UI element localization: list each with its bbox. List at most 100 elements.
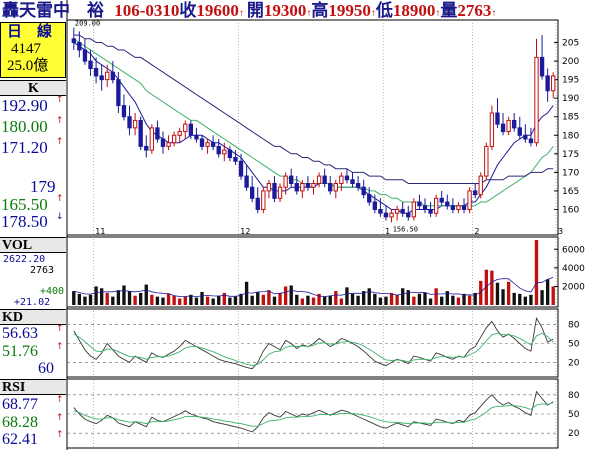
date-code: 106-0310 <box>114 1 180 20</box>
volume-bar <box>261 294 265 305</box>
candle-body <box>216 145 221 155</box>
candle-body <box>311 182 316 188</box>
volume-bar <box>150 294 154 305</box>
candle-body <box>283 175 288 188</box>
kd-axis-tick-label: 20 <box>568 358 580 368</box>
candle-body <box>105 71 110 81</box>
kd-axis-tick-label: 80 <box>568 321 580 331</box>
candle-body <box>250 186 255 199</box>
month-label: 3 <box>558 227 563 236</box>
volume-bar <box>99 288 104 305</box>
rsi-panel-header: RSI <box>0 379 66 395</box>
k-axis-tick-label: 170 <box>562 168 579 178</box>
volume-bar <box>194 297 199 305</box>
close-label: 收 <box>179 1 197 20</box>
candle-body <box>350 179 355 184</box>
k-arrow-2: ↑ <box>56 116 64 126</box>
kd-value-3: 60 <box>38 360 54 377</box>
volume-bar <box>523 296 528 305</box>
kd-value-1: 56.63 <box>2 325 38 342</box>
volume-bar <box>339 298 344 305</box>
volume-bar <box>83 296 87 305</box>
candle-body <box>551 75 556 92</box>
k-axis-tick-label: 185 <box>562 113 579 123</box>
vol-axis-tick-label: 2000 <box>562 282 585 292</box>
k-arrow-5: ↑ <box>56 194 64 204</box>
candle-body <box>467 190 472 210</box>
candle-body <box>177 131 182 136</box>
k-axis-tick-label: 200 <box>562 57 579 67</box>
volume-bar <box>155 296 160 305</box>
low-value: 18900 <box>392 1 436 20</box>
candle-body <box>339 175 344 184</box>
vol-value-1: 2622.20 <box>3 254 46 265</box>
volume-bar <box>345 287 349 305</box>
k-axis-tick-label: 160 <box>562 205 579 215</box>
high-label: 高 <box>311 1 329 20</box>
high-value: 19950 <box>328 1 371 20</box>
rsi-axis-tick-label: 50 <box>568 410 580 420</box>
candle-body <box>82 49 88 62</box>
candle-body <box>478 175 483 196</box>
candle-body <box>199 138 205 147</box>
vol-axis-tick-label: 6000 <box>562 245 585 255</box>
volume-bar <box>451 295 455 305</box>
volume-bar <box>401 288 405 305</box>
volume-bar <box>389 292 394 305</box>
volume-bar <box>222 292 226 305</box>
volume-bar <box>278 292 282 305</box>
candle-body <box>121 105 127 118</box>
volume-bar <box>306 295 310 305</box>
grid-layer <box>66 0 559 450</box>
volume-bar <box>417 293 422 305</box>
volume-bar <box>200 292 204 305</box>
k-value-3: 171.20 <box>1 138 48 157</box>
volume-bar <box>300 298 305 305</box>
candle-body <box>210 142 216 147</box>
k-panel-header: K <box>0 80 66 96</box>
vol-value-4: +21.02 <box>14 297 51 308</box>
candle-body <box>355 182 361 188</box>
volume-bar <box>540 290 544 305</box>
volume-bar <box>133 295 137 305</box>
candle-body <box>160 138 166 147</box>
vol-panel-label: VOL <box>2 238 33 253</box>
kd-arrow-1: ↑ <box>56 324 64 334</box>
candle-body <box>495 112 500 125</box>
vol-axis-tick-label: 4000 <box>562 264 585 274</box>
volume-bar <box>105 292 109 305</box>
rsi-axis-tick-label: 80 <box>568 391 580 401</box>
volume-bar <box>122 285 126 305</box>
candle-body <box>539 56 545 77</box>
volume-bar <box>267 290 271 305</box>
candle-body <box>411 201 417 218</box>
candle-body <box>534 56 539 144</box>
kd-panel-label: KD <box>2 310 23 325</box>
candle-body <box>294 182 299 192</box>
volume-bar <box>378 297 383 305</box>
month-label: 2 <box>474 227 479 236</box>
volume-bar <box>495 282 500 305</box>
candle-body <box>261 190 266 210</box>
volume-bar <box>172 295 176 305</box>
candle-body <box>227 149 233 159</box>
volume-bar <box>456 297 461 305</box>
volume-bar <box>395 294 399 305</box>
candle-body <box>93 68 99 77</box>
candle-body <box>144 145 149 151</box>
stock-name: 轟天雷中 裕 <box>2 1 104 20</box>
k-arrow-3: ↑ <box>56 137 64 147</box>
volume-bar <box>250 295 254 305</box>
candle-body <box>132 119 138 129</box>
candle-body <box>194 134 199 140</box>
candle-body <box>233 157 238 162</box>
volume-bar <box>139 292 143 305</box>
volume-label: 量 <box>440 1 458 20</box>
k-arrow-1: ↑ <box>56 95 64 105</box>
candle-body <box>512 119 517 129</box>
rsi-value-1: 68.77 <box>2 396 38 413</box>
volume-bar <box>529 294 533 305</box>
open-value: 19300 <box>263 1 307 20</box>
candle-body <box>378 208 383 214</box>
price-annotation: 156.50 <box>393 225 418 233</box>
